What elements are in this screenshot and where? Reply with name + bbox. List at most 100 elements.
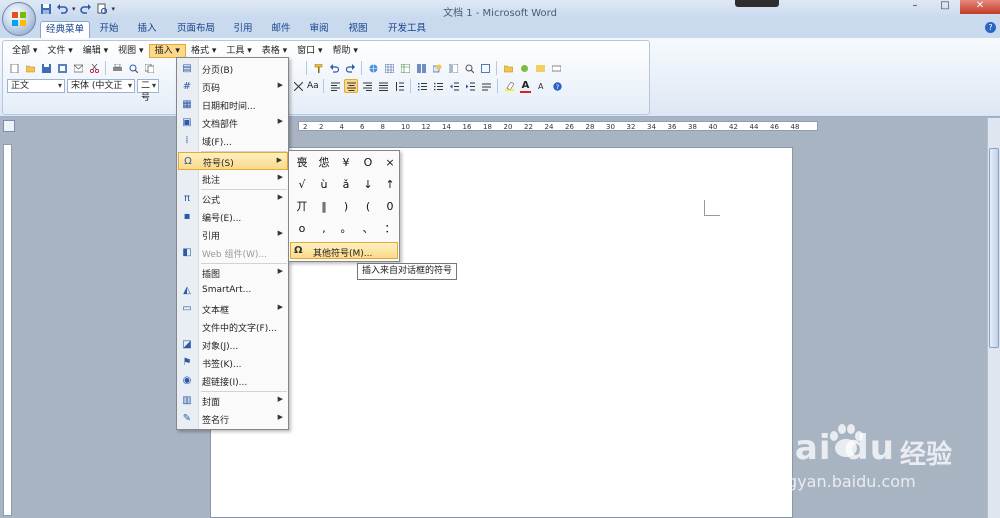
case-button[interactable] [291,79,305,93]
symbol-cell[interactable]: × [380,153,400,173]
tab-review[interactable]: 审阅 [304,21,334,38]
horizontal-ruler[interactable]: 2 2 4 6 8 10 12 14 16 18 20 22 24 26 28 30 32 34 36 38 40 42 4… [20,118,990,134]
scrollbar-thumb[interactable] [989,148,999,348]
menu-format[interactable]: 格式 ▾ [186,44,221,58]
align-center-button[interactable] [343,79,358,93]
insert-menu-item[interactable]: 引用 ▶ [178,226,288,244]
menu-file[interactable]: 文件 ▾ [42,44,77,58]
symbol-cell[interactable]: ‖ [314,197,334,217]
menu-help[interactable]: 帮助 ▾ [328,44,363,58]
tab-references[interactable]: 引用 [228,21,258,38]
format-painter-button[interactable] [311,61,325,75]
tab-home[interactable]: 开始 [94,21,124,38]
help-button[interactable]: ? [550,79,564,93]
menu-table[interactable]: 表格 ▾ [257,44,292,58]
shapes-button[interactable] [517,61,531,75]
tab-insert[interactable]: 插入 [132,21,162,38]
highlight-button[interactable] [502,79,516,93]
document-map-button[interactable] [446,61,460,75]
symbol-cell[interactable]: 。 [336,219,356,239]
symbol-cell[interactable]: , [314,219,334,239]
more-symbols-item[interactable]: Ω 其他符号(M)... [290,242,398,259]
full-screen-button[interactable] [478,61,492,75]
insert-menu-item[interactable]: ◭ SmartArt... [178,282,288,300]
font-dropdown[interactable]: 宋体 (中文正 [67,79,135,93]
copy-button[interactable] [142,61,156,75]
bullets-button[interactable] [431,79,445,93]
insert-menu-item[interactable]: 批注 ▶ [178,170,288,188]
menu-edit[interactable]: 编辑 ▾ [78,44,113,58]
hyperlink-button[interactable] [366,61,380,75]
ruler-tab-selector[interactable] [3,120,15,132]
symbol-cell[interactable]: ↓ [358,175,378,195]
table-button[interactable] [382,61,396,75]
permission-button[interactable] [55,61,69,75]
vertical-scrollbar[interactable] [987,118,1000,518]
align-right-button[interactable] [360,79,374,93]
help-icon[interactable]: ? [985,22,996,33]
vertical-ruler[interactable] [0,138,16,518]
redo-button[interactable] [343,61,357,75]
symbol-cell[interactable]: o [292,219,312,239]
insert-menu-item[interactable]: ✎ 签名行 ▶ [178,410,288,428]
style-dropdown[interactable]: 正文 [7,79,65,93]
symbol-cell[interactable]: 丌 [292,197,312,217]
insert-menu-item[interactable]: ◪ 对象(J)... [178,336,288,354]
symbol-cell[interactable]: 喪 [292,153,312,173]
save-button[interactable] [39,61,53,75]
symbol-cell[interactable]: ↑ [380,175,400,195]
drawing-button[interactable] [430,61,444,75]
insert-menu-item[interactable]: ▣ 文档部件 ▶ [178,114,288,132]
symbol-cell[interactable]: ) [336,197,356,217]
font-size-dropdown[interactable]: 二号 [137,79,159,103]
symbol-cell[interactable]: ¥ [336,153,356,173]
columns-button[interactable] [414,61,428,75]
tab-developer[interactable]: 开发工具 [384,21,430,38]
align-left-button[interactable] [328,79,342,93]
tab-mailings[interactable]: 邮件 [266,21,296,38]
insert-menu-item[interactable]: ▥ 封面 ▶ [178,392,288,410]
close-button[interactable]: ✕ [960,0,1000,14]
menu-all[interactable]: 全部 ▾ [7,44,42,58]
cut-button[interactable] [87,61,101,75]
symbol-cell[interactable]: 0 [380,197,400,217]
office-button[interactable] [2,2,36,36]
font-color-button[interactable]: A [518,79,532,93]
insert-menu-item[interactable]: 文件中的文字(F)... [178,318,288,336]
print-preview-button[interactable] [126,61,140,75]
change-case-label[interactable]: Aa [307,81,319,91]
insert-menu-item[interactable]: Ω 符号(S) ▶ [178,152,288,170]
increase-indent-button[interactable] [463,79,477,93]
character-shading-button[interactable]: A [534,79,548,93]
tab-view[interactable]: 视图 [343,21,373,38]
folder-button[interactable] [501,61,515,75]
numbering-button[interactable] [415,79,429,93]
menu-window[interactable]: 窗口 ▾ [292,44,327,58]
insert-menu-item[interactable]: 插图 ▶ [178,264,288,282]
insert-menu-item[interactable]: ▤ 分页(B) [178,60,288,78]
decrease-indent-button[interactable] [447,79,461,93]
insert-menu-item[interactable]: ▪ 编号(E)... [178,208,288,226]
symbol-cell[interactable]: O [358,153,378,173]
insert-menu-item[interactable]: # 页码 ▶ [178,78,288,96]
insert-excel-button[interactable] [398,61,412,75]
insert-menu-item[interactable]: ⚑ 书签(K)... [178,354,288,372]
tab-page-layout[interactable]: 页面布局 [173,21,219,38]
symbol-cell[interactable]: √ [292,175,312,195]
symbol-cell[interactable]: 、 [358,219,378,239]
menu-tools[interactable]: 工具 ▾ [221,44,256,58]
symbol-cell[interactable]: ù [314,175,334,195]
insert-menu-item[interactable]: ▦ 日期和时间... [178,96,288,114]
text-direction-button[interactable] [479,79,493,93]
more-options-button[interactable] [549,61,563,75]
justify-button[interactable] [376,79,390,93]
open-button[interactable] [23,61,37,75]
line-spacing-button[interactable] [392,79,406,93]
symbol-cell[interactable]: ǎ [336,175,356,195]
menu-view[interactable]: 视图 ▾ [113,44,148,58]
symbol-cell[interactable]: ： [380,219,400,239]
menu-insert[interactable]: 插入 ▾ [148,44,186,58]
tab-classic-menu[interactable]: 经典菜单 [40,21,90,38]
insert-menu-item[interactable]: ⁞ 域(F)... [178,132,288,150]
minimize-button[interactable]: – [900,0,930,14]
